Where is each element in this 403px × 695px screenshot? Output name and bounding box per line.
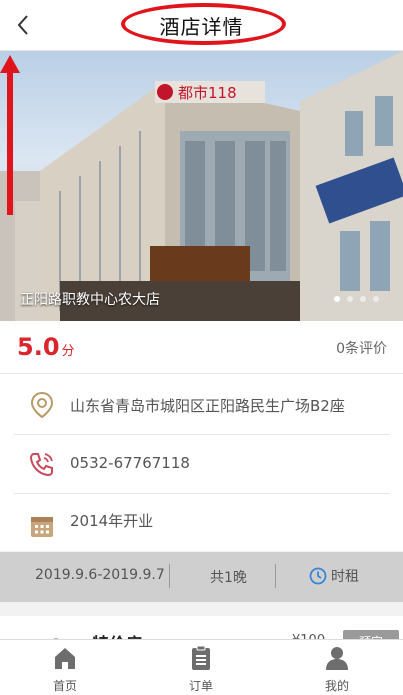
hotel-info-panel: 5.0 分 0条评价 山东省青岛市城阳区正阳路民生广场B2座 0532-67767… <box>0 321 403 551</box>
clock-icon <box>309 567 327 585</box>
address-row[interactable]: 山东省青岛市城阳区正阳路民生广场B2座 <box>14 376 389 435</box>
profile-icon <box>326 647 348 670</box>
hotel-photo[interactable]: 都市118 正阳路职教中心农大店 <box>0 51 403 321</box>
location-pin-icon <box>30 391 54 419</box>
address-text: 山东省青岛市城阳区正阳路民生广场B2座 <box>70 397 345 415</box>
svg-text:都市118: 都市118 <box>178 84 237 102</box>
rating-row[interactable]: 5.0 分 0条评价 <box>0 321 403 374</box>
tab-label: 订单 <box>188 679 213 693</box>
carousel-dot[interactable] <box>373 296 379 302</box>
header-bar: 酒店详情 <box>0 0 403 51</box>
rating-score: 5.0 分 <box>17 333 75 361</box>
carousel-dot[interactable] <box>334 296 340 302</box>
opened-row: 2014年开业 <box>14 494 389 552</box>
hourly-rental-button[interactable]: 时租 <box>309 566 359 586</box>
carousel-dot[interactable] <box>347 296 353 302</box>
tab-orders[interactable]: 订单 <box>161 645 241 694</box>
tab-home[interactable]: 首页 <box>25 645 105 694</box>
phone-icon <box>29 453 53 477</box>
date-range[interactable]: 2019.9.6-2019.9.7 <box>35 567 165 583</box>
tab-profile[interactable]: 我的 <box>297 645 377 694</box>
divider <box>275 564 276 588</box>
opened-year: 2014年开业 <box>70 512 154 530</box>
carousel-dot[interactable] <box>360 296 366 302</box>
date-selector-bar[interactable]: 2019.9.6-2019.9.7 共1晚 时租 <box>0 552 403 602</box>
page-title: 酒店详情 <box>159 15 244 39</box>
tab-label: 首页 <box>52 679 77 693</box>
hourly-label: 时租 <box>331 569 359 585</box>
bottom-tab-bar: 首页 订单 我的 <box>0 639 403 695</box>
carousel-indicator <box>334 296 379 302</box>
hotel-building-image: 都市118 <box>0 51 403 321</box>
phone-row[interactable]: 0532-67767118 <box>14 435 389 494</box>
calendar-icon <box>31 517 53 537</box>
home-icon <box>55 648 75 669</box>
order-icon <box>192 645 210 670</box>
tab-label: 我的 <box>324 679 349 693</box>
hotel-name-caption: 正阳路职教中心农大店 <box>20 292 160 308</box>
review-count[interactable]: 0条评价 <box>336 338 387 358</box>
divider <box>169 564 170 588</box>
nights-count: 共1晚 <box>210 570 247 586</box>
phone-number: 0532-67767118 <box>70 454 190 472</box>
